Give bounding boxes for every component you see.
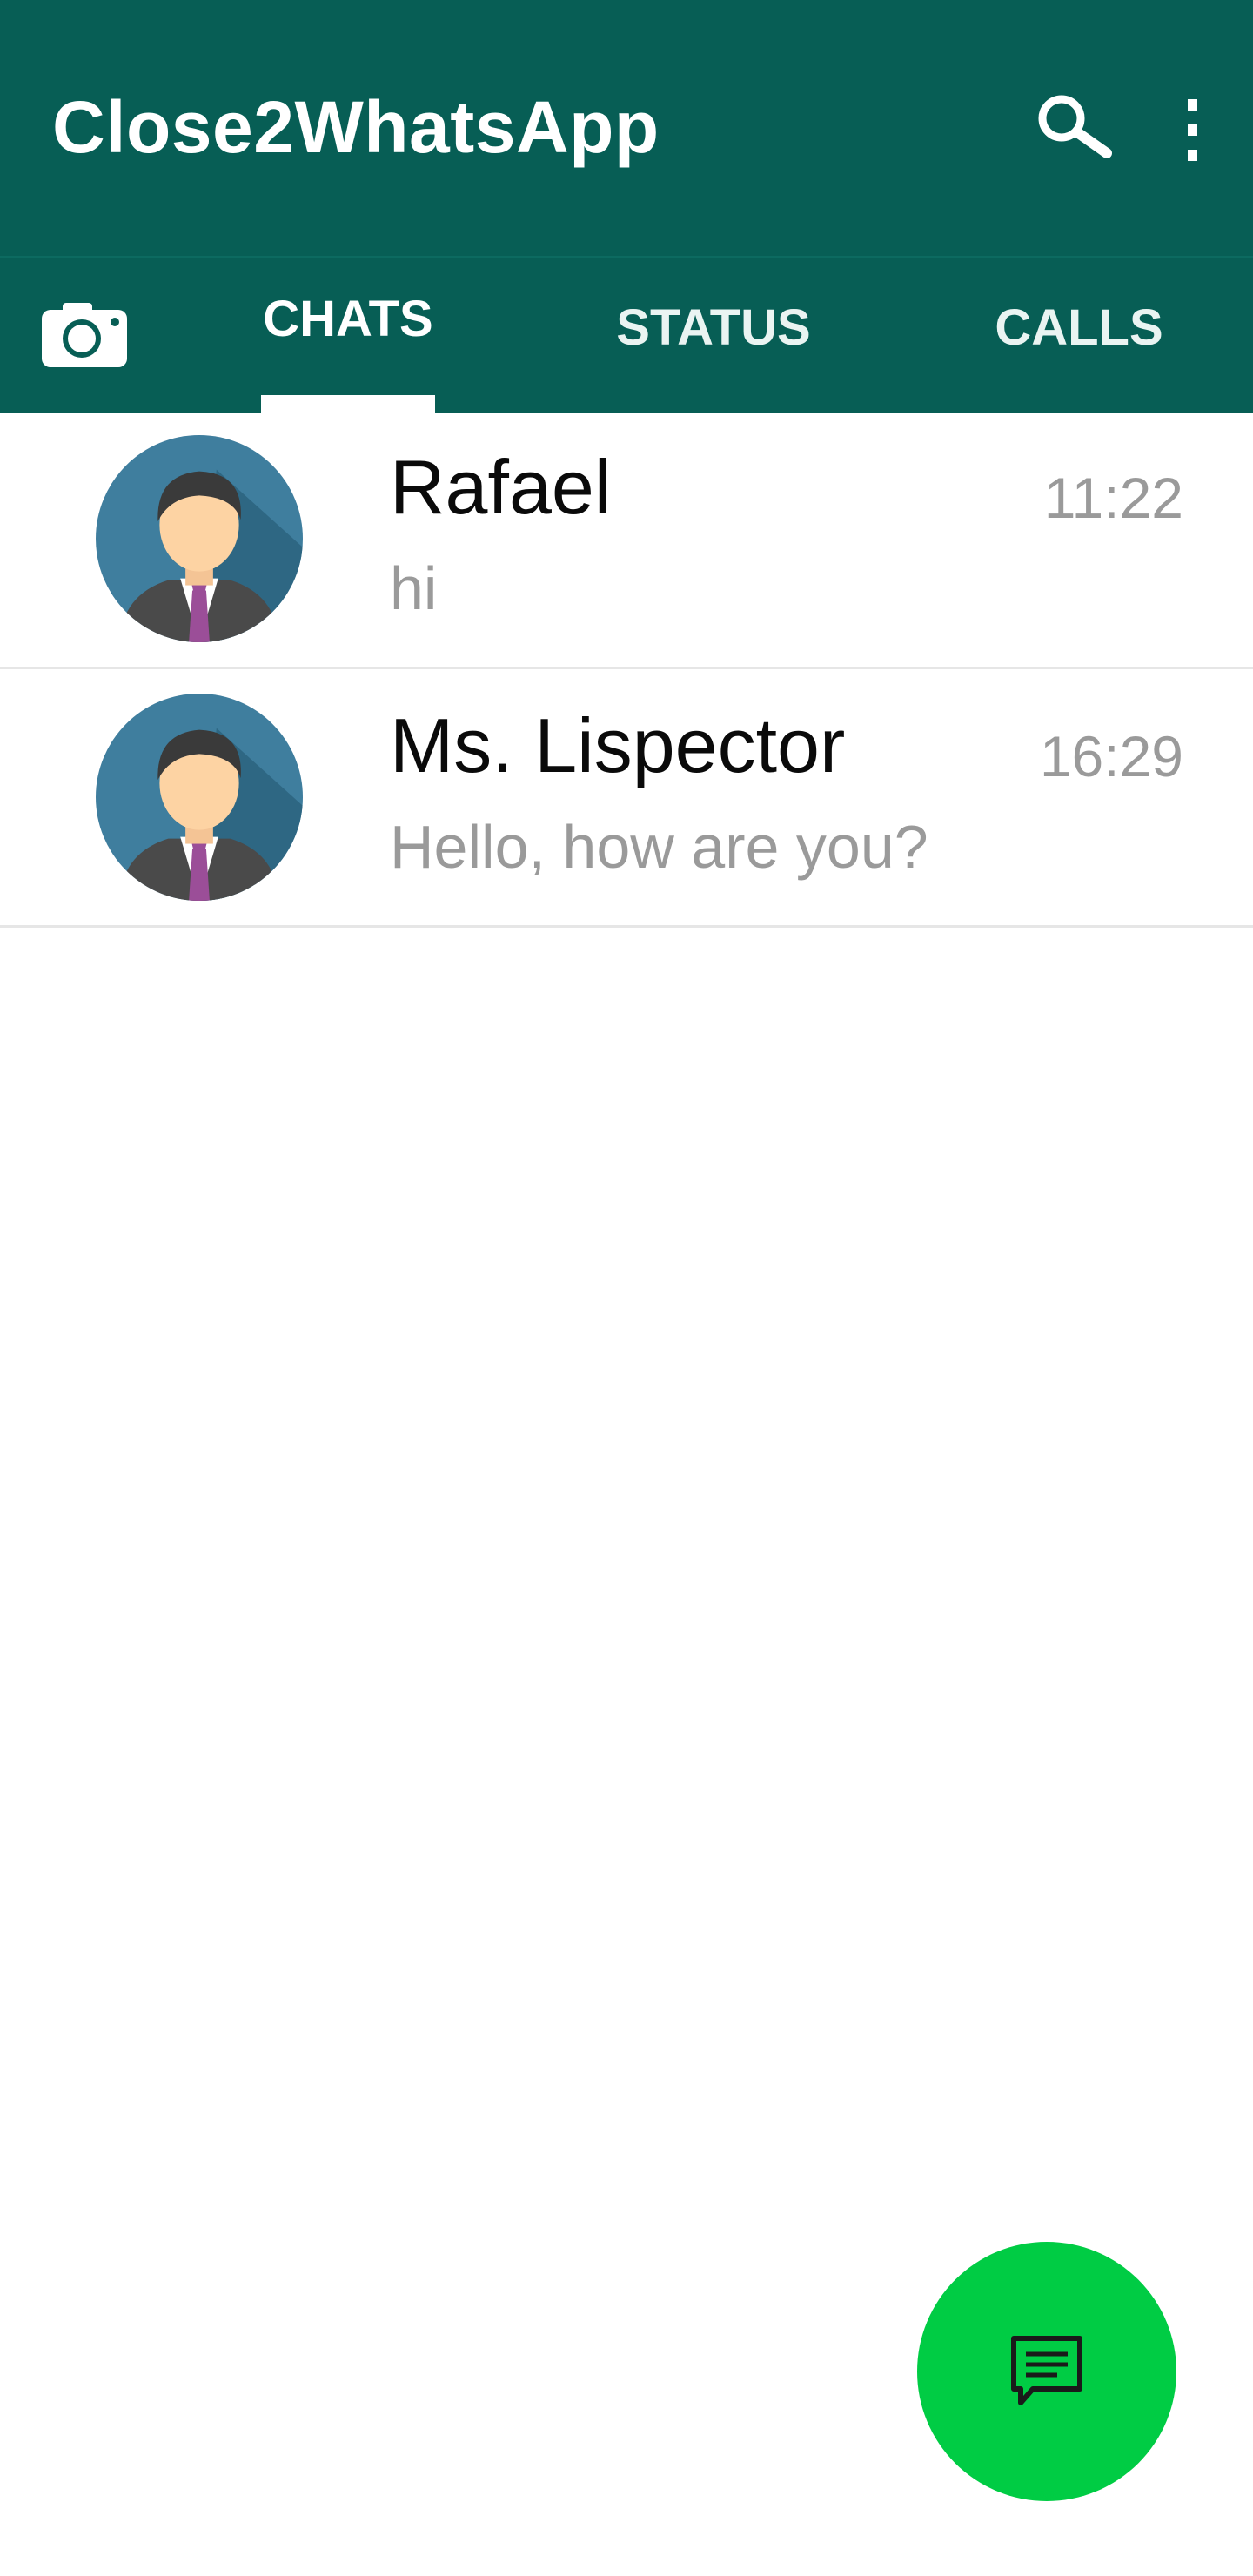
selected-tab-indicator (261, 395, 435, 413)
search-button[interactable] (1032, 87, 1128, 174)
chat-last-message: Hello, how are you? (390, 813, 928, 881)
chat-name: Ms. Lispector (390, 702, 846, 788)
more-options-button[interactable] (1162, 87, 1223, 174)
person-avatar-icon (96, 435, 303, 642)
chat-row-rafael[interactable]: Rafael 11:22 hi (0, 411, 1253, 669)
camera-tab[interactable] (37, 301, 131, 371)
app-title: Close2WhatsApp (52, 86, 660, 168)
search-icon (1038, 95, 1112, 158)
chat-last-message: hi (390, 554, 438, 622)
chat-time: 16:29 (1039, 724, 1183, 788)
chat-row-ms-lispector[interactable]: Ms. Lispector 16:29 Hello, how are you? (0, 669, 1253, 928)
app-bar: Close2WhatsApp (0, 0, 1253, 256)
new-chat-icon (1011, 2336, 1082, 2405)
chat-list: Rafael 11:22 hi Ms. Lispector 16:29 Hell… (0, 411, 1253, 928)
chat-time: 11:22 (1043, 466, 1183, 530)
camera-icon (42, 303, 127, 367)
tab-chats[interactable]: CHATS (252, 289, 444, 350)
new-chat-button[interactable] (917, 2242, 1176, 2501)
tab-status[interactable]: STATUS (600, 298, 827, 359)
chat-name: Rafael (390, 444, 612, 530)
tab-calls[interactable]: CALLS (975, 298, 1183, 359)
person-avatar-icon (96, 694, 303, 901)
more-vert-icon (1188, 99, 1197, 161)
tab-bar: CHATS STATUS CALLS (0, 256, 1253, 413)
